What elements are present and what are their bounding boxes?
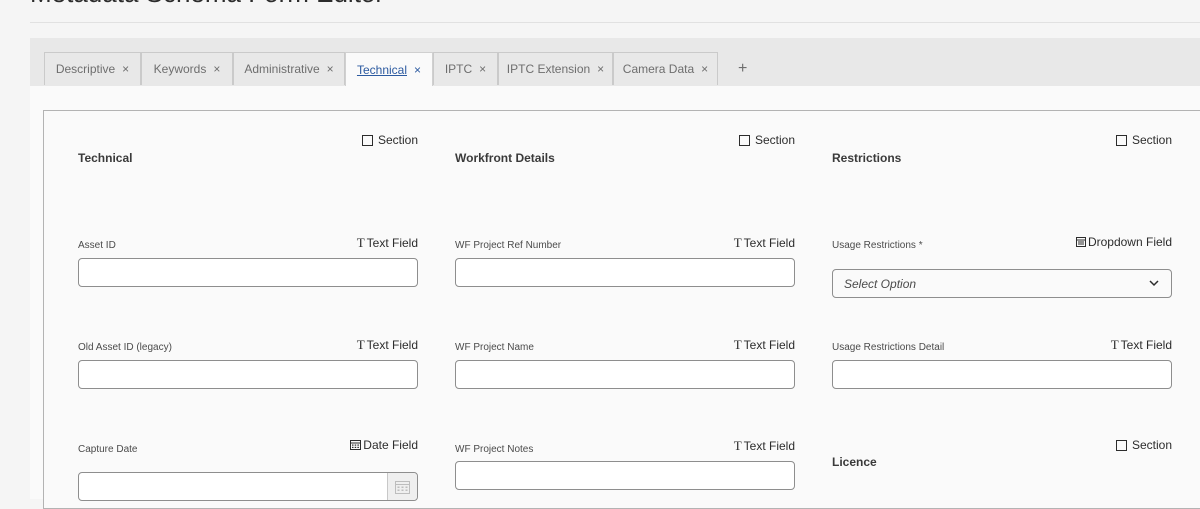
close-icon[interactable]: × [479, 62, 486, 76]
tab-camera-data[interactable]: Camera Data × [613, 52, 718, 85]
close-icon[interactable]: × [213, 62, 220, 76]
field-type-tag: Dropdown Field [1075, 235, 1172, 249]
section-title: Restrictions [832, 151, 902, 165]
wf-project-ref-input[interactable] [455, 258, 795, 287]
text-field-icon: T [733, 235, 742, 250]
tab-label: Administrative [244, 62, 320, 76]
close-icon[interactable]: × [701, 62, 708, 76]
dropdown-field-icon [1075, 237, 1086, 247]
field-type-label: Text Field [366, 236, 418, 250]
usage-restrictions-select[interactable]: Select Option [832, 269, 1172, 298]
checkbox-icon [361, 134, 373, 146]
field-label-usage-restrictions: Usage Restrictions * [832, 240, 923, 251]
field-label-wf-project-ref: WF Project Ref Number [455, 240, 562, 251]
close-icon[interactable]: × [597, 62, 604, 76]
section-tag-label: Section [377, 133, 418, 147]
section-tag-label: Section [754, 133, 795, 147]
close-icon[interactable]: × [122, 62, 129, 76]
tab-iptc-extension[interactable]: IPTC Extension × [498, 52, 613, 85]
close-icon[interactable]: × [327, 62, 334, 76]
capture-date-input[interactable] [78, 472, 418, 501]
field-label-wf-project-name: WF Project Name [455, 342, 534, 353]
field-type-tag: T Text Field [357, 235, 418, 251]
field-type-label: Dropdown Field [1087, 235, 1172, 249]
tab-keywords[interactable]: Keywords × [141, 52, 233, 85]
field-label-usage-restrictions-detail: Usage Restrictions Detail [832, 342, 945, 353]
form-canvas: Section Technical T Text Field Asset ID … [30, 86, 1200, 509]
tab-label: IPTC Extension [506, 62, 591, 76]
field-type-label: Date Field [363, 438, 418, 452]
field-label-asset-id: Asset ID [78, 240, 116, 251]
tab-label: Keywords [153, 62, 207, 76]
tab-label: Technical [356, 62, 407, 77]
section-tag-label: Section [1131, 438, 1172, 452]
tab-descriptive[interactable]: Descriptive × [44, 52, 141, 85]
form-container: Section Technical T Text Field Asset ID … [43, 110, 1200, 509]
checkbox-icon [1115, 439, 1127, 451]
section-tag[interactable]: Section [738, 133, 795, 147]
tab-label: Descriptive [55, 62, 116, 76]
section-tag[interactable]: Section [361, 133, 418, 147]
add-tab-button[interactable]: + [738, 60, 747, 78]
section-tag-label: Section [1131, 133, 1172, 147]
checkbox-icon [1115, 134, 1127, 146]
text-field-icon: T [356, 235, 365, 250]
field-type-label: Text Field [743, 439, 795, 453]
calendar-button[interactable] [387, 473, 417, 500]
section-title: Licence [832, 455, 877, 469]
field-type-label: Text Field [366, 338, 418, 352]
close-icon[interactable]: × [414, 63, 421, 77]
text-field-icon: T [733, 438, 742, 453]
page-title: Metadata Schema Form Editor [30, 0, 384, 8]
tab-label: Camera Data [622, 62, 695, 76]
field-type-tag: T Text Field [1111, 337, 1172, 353]
usage-restrictions-detail-input[interactable] [832, 360, 1172, 389]
checkbox-icon [738, 134, 750, 146]
title-divider [30, 22, 1200, 23]
tab-technical[interactable]: Technical × [345, 52, 433, 86]
section-tag[interactable]: Section [1115, 133, 1172, 147]
section-title: Workfront Details [455, 151, 555, 165]
field-type-tag: T Text Field [734, 235, 795, 251]
field-label-capture-date: Capture Date [78, 444, 138, 455]
tab-bar: Descriptive × Keywords × Administrative … [30, 38, 1200, 86]
field-type-label: Text Field [743, 236, 795, 250]
field-label-wf-project-notes: WF Project Notes [455, 444, 534, 455]
field-type-label: Text Field [1120, 338, 1172, 352]
field-type-tag: Date Field [350, 438, 418, 452]
field-label-old-asset-id: Old Asset ID (legacy) [78, 342, 172, 353]
field-type-tag: T Text Field [734, 438, 795, 454]
text-field-icon: T [356, 337, 365, 352]
old-asset-id-input[interactable] [78, 360, 418, 389]
select-placeholder: Select Option [844, 277, 917, 291]
calendar-icon [350, 440, 362, 450]
tab-administrative[interactable]: Administrative × [233, 52, 345, 85]
field-type-tag: T Text Field [734, 337, 795, 353]
field-type-label: Text Field [743, 338, 795, 352]
wf-project-name-input[interactable] [455, 360, 795, 389]
wf-project-notes-input[interactable] [455, 461, 795, 490]
text-field-icon: T [1110, 337, 1119, 352]
section-title: Technical [78, 151, 133, 165]
text-field-icon: T [733, 337, 742, 352]
chevron-down-icon [1149, 280, 1159, 287]
field-type-tag: T Text Field [357, 337, 418, 353]
tab-label: IPTC [444, 62, 473, 76]
tab-iptc[interactable]: IPTC × [433, 52, 498, 85]
section-tag[interactable]: Section [1115, 438, 1172, 452]
asset-id-input[interactable] [78, 258, 418, 287]
calendar-icon [395, 480, 410, 494]
